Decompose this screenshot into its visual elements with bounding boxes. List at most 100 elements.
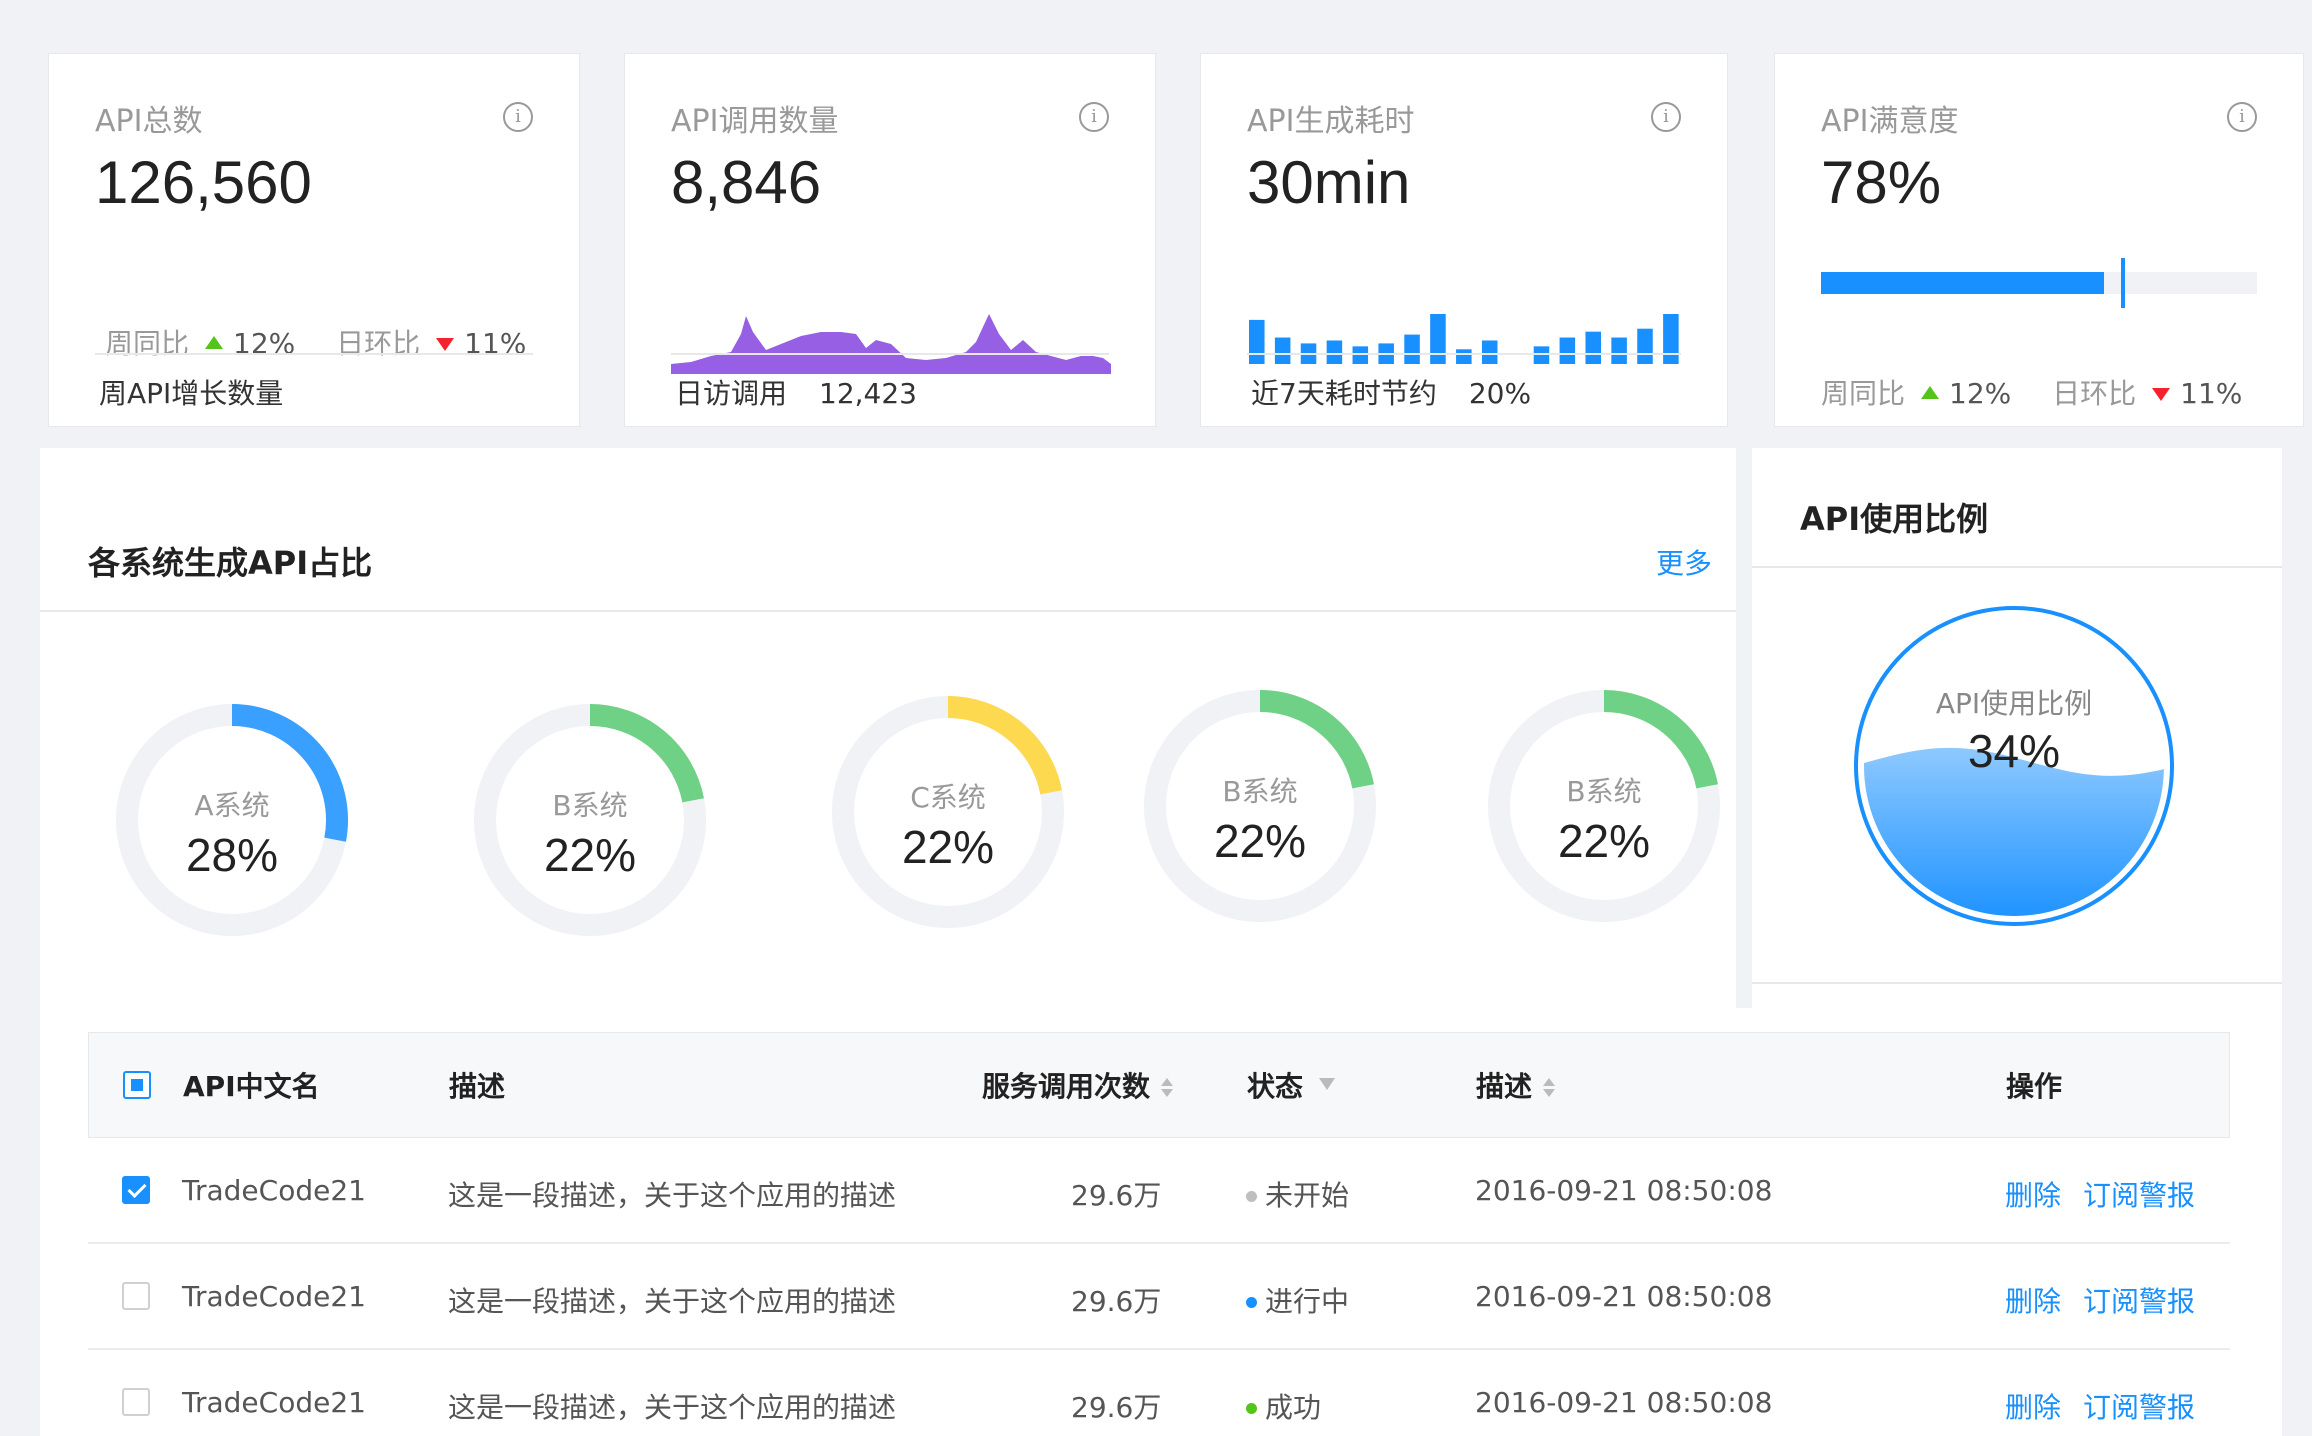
footer-value: 20%: [1468, 377, 1532, 410]
donut-label: B系统: [552, 789, 628, 822]
row-status: 进行中: [1246, 1280, 1349, 1320]
usage-liquid-gauge: API使用比例 34%: [1852, 604, 2176, 928]
table-row: TradeCode21 这是一段描述，关于这个应用的描述 29.6万 进行中 2…: [88, 1244, 2230, 1350]
card-label: API满意度: [1821, 104, 1959, 139]
col-calls-label: 服务调用次数: [982, 1070, 1151, 1103]
row-checkbox[interactable]: [122, 1282, 150, 1310]
subscribe-alert-link[interactable]: 订阅警报: [2083, 1179, 2195, 1212]
donut-system-b-2[interactable]: B系统 22%: [1132, 678, 1388, 934]
donut-system-b-3[interactable]: B系统 22%: [1476, 678, 1732, 934]
more-link[interactable]: 更多: [1656, 542, 1712, 582]
spark-bar: [1559, 337, 1576, 364]
filter-icon[interactable]: [1319, 1078, 1336, 1090]
table-row: TradeCode21 这是一段描述，关于这个应用的描述 29.6万 成功 20…: [88, 1350, 2230, 1436]
progress-track: [1821, 258, 2257, 308]
card-footer: 日访调用 12,423: [675, 372, 917, 412]
donut-value: 22%: [1557, 815, 1651, 867]
wow-label: 周同比: [105, 327, 190, 360]
delete-link[interactable]: 删除: [2005, 1179, 2061, 1212]
footer-label: 近7天耗时节约: [1251, 377, 1437, 410]
row-ops: 删除 订阅警报: [2005, 1386, 2217, 1426]
card-api-total: API总数 i 126,560 周同比 12% 日环比 11% 周API增长数量: [48, 53, 580, 427]
row-desc: 这是一段描述，关于这个应用的描述: [448, 1285, 897, 1318]
donut-label: C系统: [910, 781, 986, 814]
status-text: 未开始: [1265, 1179, 1350, 1212]
systems-title: 各系统生成API占比: [88, 544, 373, 582]
table-header: API中文名 描述 服务调用次数 状态 描述 操作: [88, 1032, 2230, 1138]
table-row: TradeCode21 这是一段描述，关于这个应用的描述 29.6万 未开始 2…: [88, 1138, 2230, 1244]
info-icon[interactable]: i: [1651, 102, 1681, 132]
divider: [671, 353, 1109, 355]
wow-value: 12%: [1949, 377, 2012, 410]
card-label: API生成耗时: [1247, 104, 1415, 139]
donut-system-b[interactable]: B系统 22%: [462, 692, 718, 948]
spark-bar: [1456, 349, 1472, 364]
gauge-label: API使用比例: [1935, 687, 2093, 720]
row-name: TradeCode21: [182, 1174, 366, 1207]
card-value: 78%: [1821, 149, 1942, 216]
row-status: 成功: [1246, 1386, 1321, 1426]
donut-system-c[interactable]: C系统 22%: [820, 684, 1076, 940]
arrow-down-icon: [436, 338, 455, 351]
donut-value: 22%: [1213, 815, 1307, 867]
card-footer: 近7天耗时节约 20%: [1251, 372, 1531, 412]
info-icon[interactable]: i: [1079, 102, 1109, 132]
card-value: 30min: [1247, 149, 1411, 216]
row-time: 2016-09-21 08:50:08: [1475, 1280, 1773, 1313]
spark-bar: [1533, 346, 1550, 364]
info-icon[interactable]: i: [503, 102, 533, 132]
status-dot: [1246, 1191, 1257, 1202]
col-status[interactable]: 状态: [1247, 1065, 1336, 1105]
delete-link[interactable]: 删除: [2005, 1391, 2061, 1424]
spark-bar: [1404, 334, 1420, 364]
row-ops: 删除 订阅警报: [2005, 1174, 2217, 1214]
spark-bar: [1637, 328, 1653, 364]
card-label: API总数: [95, 104, 203, 139]
systems-divider: [40, 610, 1736, 612]
row-calls: 29.6万: [1071, 1391, 1162, 1424]
divider: [95, 353, 533, 355]
status-text: 成功: [1265, 1391, 1322, 1424]
subscribe-alert-link[interactable]: 订阅警报: [2083, 1285, 2195, 1318]
donut-value: 22%: [901, 821, 995, 873]
sort-icon[interactable]: [1542, 1078, 1556, 1098]
subscribe-alert-link[interactable]: 订阅警报: [2083, 1391, 2195, 1424]
donut-value: 28%: [185, 829, 279, 881]
select-all-checkbox[interactable]: [123, 1071, 151, 1099]
bar-sparkline: [1249, 314, 1679, 364]
arrow-up-icon: [205, 336, 224, 349]
row-checkbox[interactable]: [122, 1176, 150, 1204]
card-label: API调用数量: [671, 104, 839, 139]
sort-icon[interactable]: [1160, 1078, 1174, 1098]
area-sparkline: [671, 314, 1111, 374]
col-desc: 描述: [449, 1070, 506, 1103]
spark-bar: [1430, 314, 1446, 364]
status-dot: [1246, 1297, 1257, 1308]
progress-fill: [1821, 272, 2105, 294]
row-status: 未开始: [1246, 1174, 1349, 1214]
spark-bar: [1249, 319, 1265, 364]
col-desc2[interactable]: 描述: [1476, 1065, 1556, 1105]
wow-label: 周同比: [1821, 377, 1906, 410]
row-desc: 这是一段描述，关于这个应用的描述: [448, 1391, 897, 1424]
trend-row: 周同比 12% 日环比 11%: [105, 322, 558, 362]
row-checkbox[interactable]: [122, 1388, 150, 1416]
dod-label: 日环比: [336, 327, 421, 360]
spark-bar: [1352, 346, 1369, 364]
donut-system-a[interactable]: A系统 28%: [104, 692, 360, 948]
info-icon[interactable]: i: [2227, 102, 2257, 132]
donut-value: 22%: [543, 829, 637, 881]
donut-label: B系统: [1566, 775, 1642, 808]
card-api-calls: API调用数量 i 8,846 日访调用 12,423: [624, 53, 1156, 427]
col-ops: 操作: [2006, 1070, 2063, 1103]
card-api-satisfaction: API满意度 i 78% 周同比 12% 日环比 11%: [1774, 53, 2304, 427]
dod-value: 11%: [2180, 377, 2243, 410]
row-calls: 29.6万: [1071, 1179, 1162, 1212]
delete-link[interactable]: 删除: [2005, 1285, 2061, 1318]
col-calls[interactable]: 服务调用次数: [982, 1065, 1174, 1105]
row-calls: 29.6万: [1071, 1285, 1162, 1318]
arrow-up-icon: [1921, 386, 1940, 399]
col-name: API中文名: [183, 1070, 320, 1103]
spark-bar: [1274, 337, 1291, 364]
dod-label: 日环比: [2052, 377, 2137, 410]
